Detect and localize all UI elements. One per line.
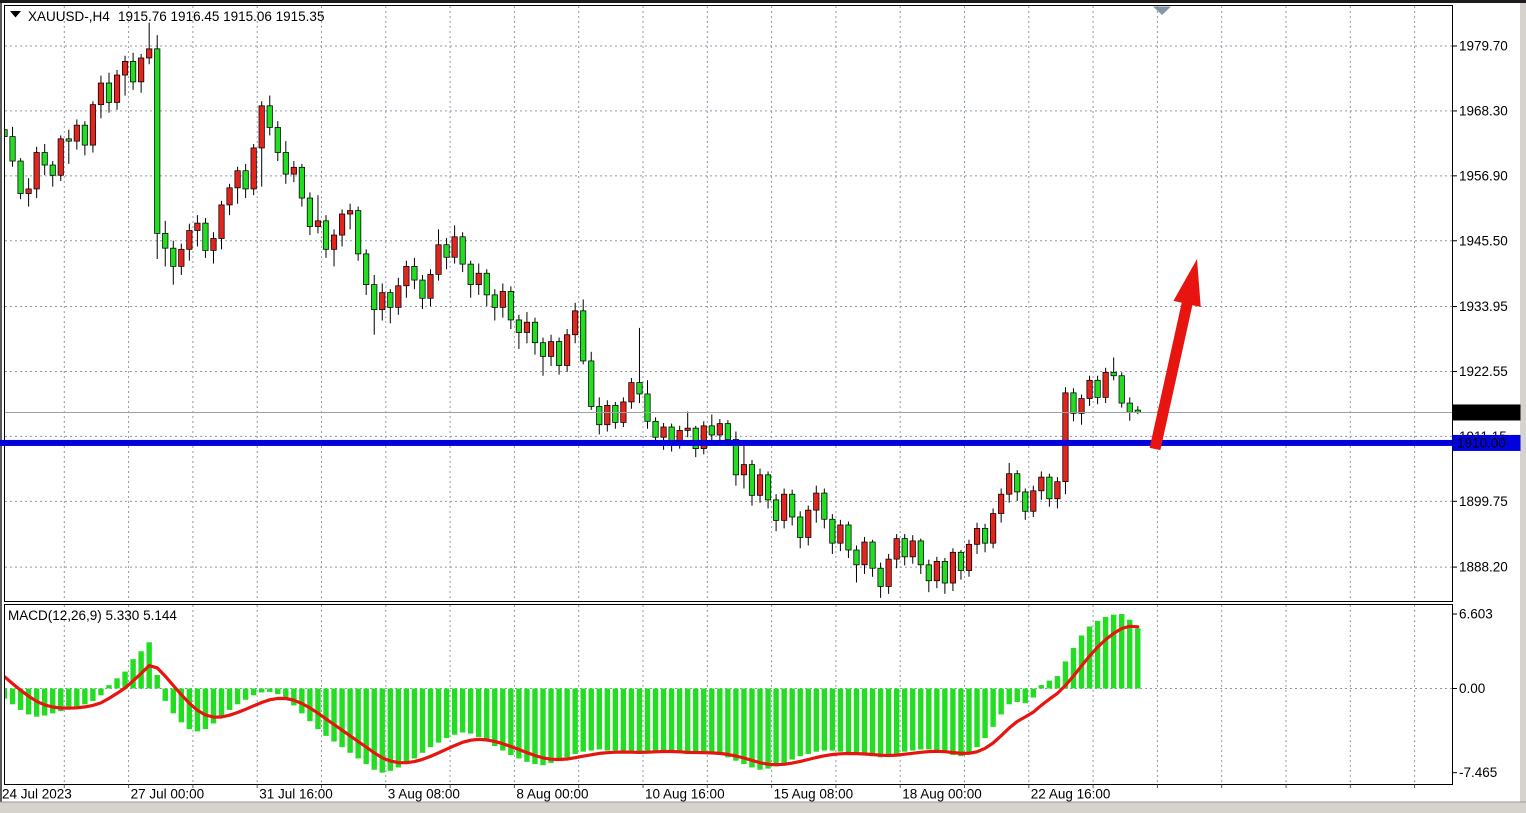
- price-tick-label: 1933.95: [1459, 299, 1508, 314]
- window-top-border: [0, 0, 1526, 3]
- macd-tick-label: 0.00: [1459, 681, 1485, 696]
- window-bottom-border: [0, 802, 1526, 813]
- price-tick-label: 1956.90: [1459, 168, 1508, 183]
- time-tick-label: 27 Jul 00:00: [131, 787, 205, 802]
- level-price-badge: 1910.00: [1453, 435, 1521, 451]
- current-price-badge-label: 1915.35: [1457, 405, 1506, 420]
- symbol-period-label: XAUUSD-,H4: [28, 9, 110, 24]
- price-tick-label: 1899.75: [1459, 494, 1508, 509]
- time-tick-label: 18 Aug 00:00: [902, 787, 982, 802]
- chart-canvas[interactable]: 1979.70 1968.30 1956.90 1945.50 1933.95 1922.…: [0, 0, 1526, 813]
- time-tick-label: 15 Aug 08:00: [774, 787, 854, 802]
- current-price-badge: 1915.35: [1453, 404, 1521, 420]
- price-tick-label: 1945.50: [1459, 233, 1508, 248]
- macd-indicator-label: MACD(12,26,9) 5.330 5.144: [8, 608, 177, 623]
- macd-tick-label: -7.465: [1459, 765, 1497, 780]
- time-tick-label: 3 Aug 08:00: [388, 787, 460, 802]
- time-tick-label: 10 Aug 16:00: [645, 787, 725, 802]
- time-tick-label: 22 Aug 16:00: [1031, 787, 1111, 802]
- window-left-border: [0, 3, 2, 813]
- time-tick-label: 8 Aug 00:00: [516, 787, 588, 802]
- price-tick-label: 1922.55: [1459, 364, 1508, 379]
- support-level-line[interactable]: [0, 440, 1452, 446]
- price-tick-label: 1968.30: [1459, 103, 1508, 118]
- time-tick-label: 24 Jul 2023: [2, 787, 72, 802]
- price-tick-label: 1888.20: [1459, 560, 1508, 575]
- ohlc-quote-label: 1915.76 1916.45 1915.06 1915.35: [118, 9, 324, 24]
- level-price-badge-label: 1910.00: [1457, 435, 1506, 450]
- price-tick-label: 1979.70: [1459, 39, 1508, 54]
- mt4-chart-window: 1979.70 1968.30 1956.90 1945.50 1933.95 1922.…: [0, 0, 1526, 813]
- chart-title: XAUUSD-,H4 1915.76 1916.45 1915.06 1915.…: [10, 9, 324, 24]
- time-tick-label: 31 Jul 16:00: [259, 787, 333, 802]
- window-right-border: [1520, 3, 1526, 813]
- macd-tick-label: 6.603: [1459, 607, 1493, 622]
